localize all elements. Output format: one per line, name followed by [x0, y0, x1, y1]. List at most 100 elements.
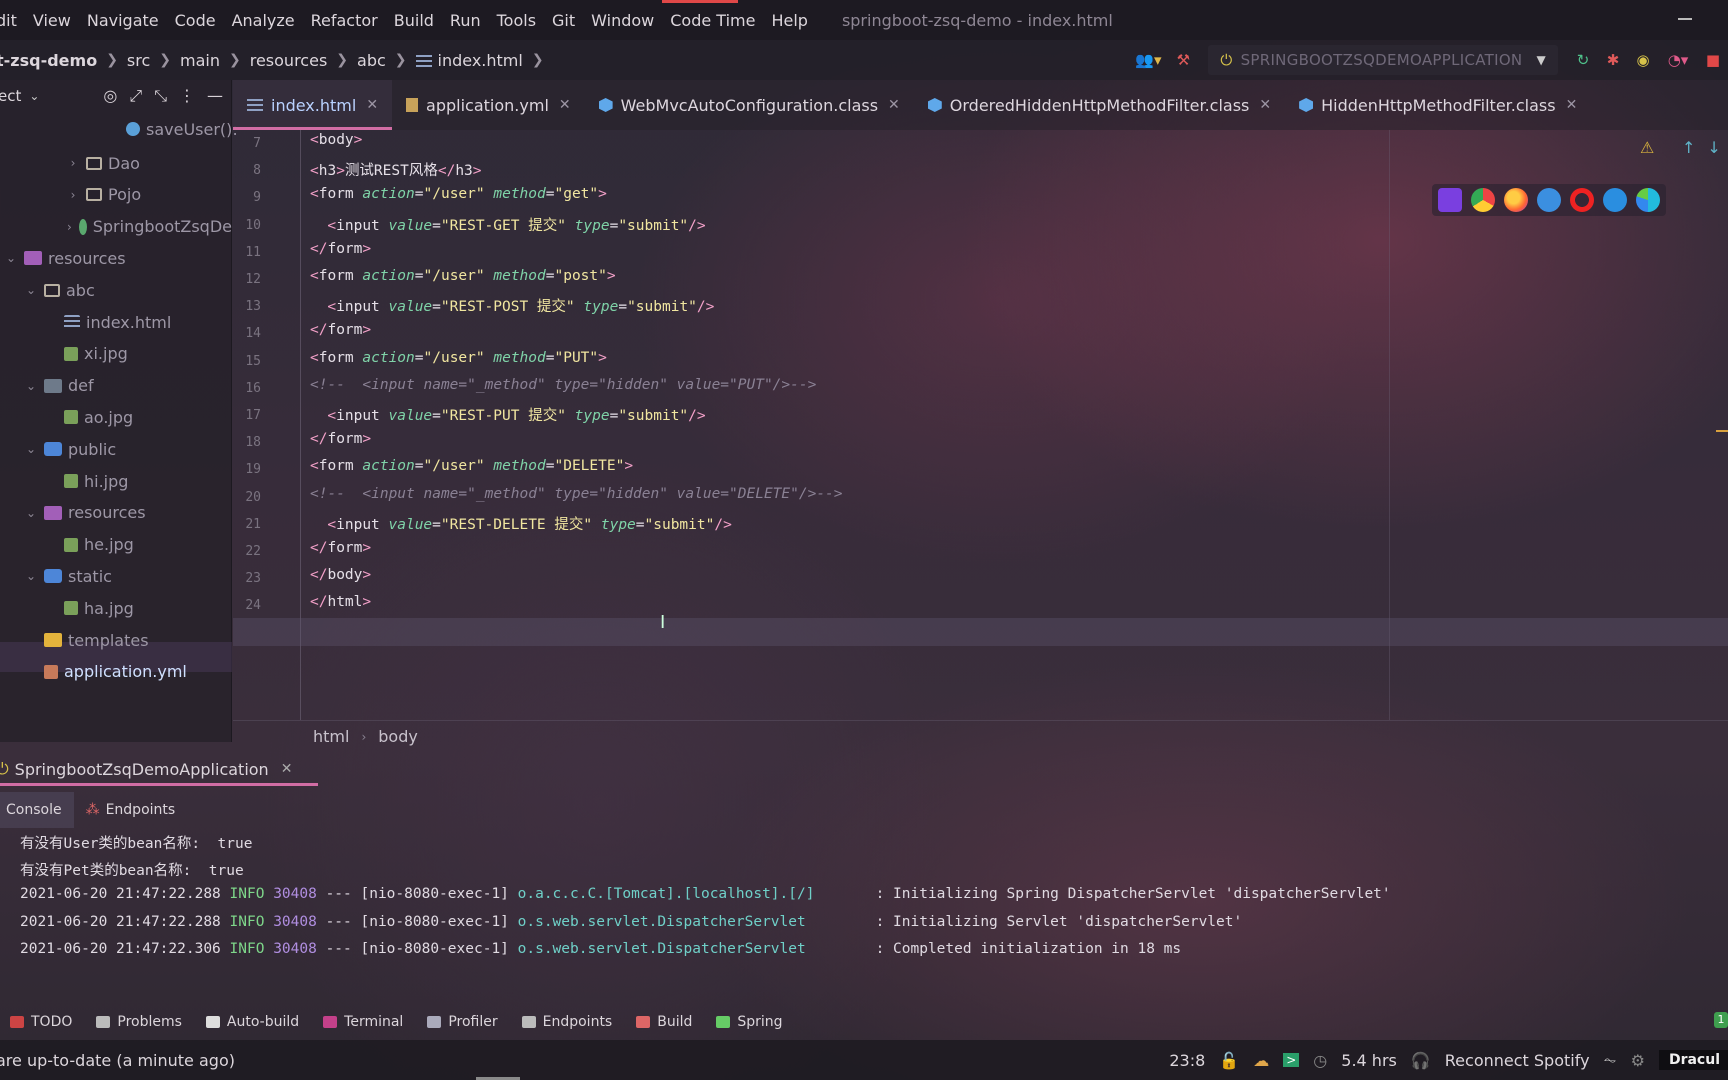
code-line[interactable]: </form> — [310, 241, 371, 257]
close-icon[interactable]: ✕ — [281, 761, 293, 777]
code-time-icon[interactable]: ☁ — [1253, 1051, 1269, 1070]
editor-tab[interactable]: OrderedHiddenHttpMethodFilter.class ✕ — [914, 80, 1285, 130]
chevron-down-icon[interactable]: ⌄ — [29, 89, 39, 103]
stop-icon[interactable]: ■ — [1701, 48, 1725, 72]
tree-item[interactable]: ha.jpg — [64, 593, 134, 623]
code-line[interactable]: <!-- <input name="_method" type="hidden"… — [310, 377, 816, 393]
debug-bug-icon[interactable]: ✱ — [1601, 48, 1625, 72]
code-line[interactable]: <input value="REST-GET 提交" type="submit"… — [327, 214, 705, 235]
code-line[interactable]: </form> — [310, 322, 371, 338]
chevron-down-icon[interactable]: ⌄ — [24, 379, 38, 393]
coverage-icon[interactable]: ◉ — [1631, 48, 1655, 72]
headphones-icon[interactable]: 🎧 — [1411, 1051, 1431, 1070]
firefox-icon[interactable] — [1504, 188, 1528, 212]
chevron-down-icon[interactable]: ⌄ — [24, 506, 38, 520]
code-line[interactable]: <input value="REST-PUT 提交" type="submit"… — [327, 404, 705, 425]
warning-icon[interactable]: ⚠ — [1640, 138, 1654, 157]
editor-breadcrumb-body[interactable]: body — [378, 727, 418, 746]
tree-item[interactable]: ⌄ abc — [24, 275, 95, 305]
code-line[interactable]: <input value="REST-DELETE 提交" type="subm… — [327, 513, 731, 534]
tool-window-profiler[interactable]: Profiler — [427, 1014, 498, 1030]
tool-window-terminal[interactable]: Terminal — [323, 1014, 403, 1030]
menu-item-build[interactable]: Build — [394, 11, 434, 30]
tool-window-problems[interactable]: Problems — [96, 1014, 182, 1030]
pulse-icon[interactable]: ⏦ — [1604, 1050, 1617, 1070]
menu-item-run[interactable]: Run — [450, 11, 481, 30]
editor-tab[interactable]: application.yml ✕ — [392, 80, 585, 130]
edge-icon[interactable] — [1636, 188, 1660, 212]
breadcrumb-item[interactable]: index.html — [415, 51, 523, 70]
chrome-icon[interactable] — [1471, 188, 1495, 212]
close-icon[interactable]: ✕ — [559, 97, 571, 113]
chevron-right-icon[interactable]: › — [66, 156, 80, 170]
profile-icon[interactable]: ◔▾ — [1661, 48, 1695, 72]
tree-item[interactable]: xi.jpg — [64, 339, 128, 369]
code-line[interactable]: <form action="/user" method="post"> — [310, 268, 616, 284]
code-line[interactable]: <form action="/user" method="DELETE"> — [310, 458, 633, 474]
tool-window-todo[interactable]: TODO — [10, 1014, 72, 1030]
code-time-hours[interactable]: 5.4 hrs — [1341, 1051, 1397, 1070]
hide-panel-icon[interactable]: — — [207, 86, 223, 106]
code-line[interactable]: <input value="REST-POST 提交" type="submit… — [327, 295, 714, 316]
more-options-icon[interactable]: ⋮ — [179, 86, 195, 106]
code-line[interactable]: </form> — [310, 431, 371, 447]
tree-item[interactable]: index.html — [64, 307, 171, 337]
tree-item[interactable]: ⌄ def — [24, 371, 94, 401]
tree-item[interactable]: templates — [44, 625, 149, 655]
editor-breadcrumb-html[interactable]: html — [313, 727, 349, 746]
scrollbar-warning-marker[interactable] — [1716, 430, 1728, 432]
editor-tab[interactable]: HiddenHttpMethodFilter.class ✕ — [1285, 80, 1591, 130]
event-log-icon[interactable]: ⚙ — [1631, 1051, 1645, 1070]
internet-explorer-icon[interactable] — [1603, 188, 1627, 212]
tree-item[interactable]: ⌄ public — [24, 434, 116, 464]
intellij-browser-icon[interactable] — [1438, 188, 1462, 212]
tool-window-auto-build[interactable]: Auto-build — [205, 1014, 299, 1030]
rerun-icon[interactable]: ↻ — [1571, 48, 1595, 72]
menu-item-window[interactable]: Window — [591, 11, 654, 30]
editor-tab[interactable]: WebMvcAutoConfiguration.class ✕ — [585, 80, 914, 130]
code-line[interactable]: <!-- <input name="_method" type="hidden"… — [310, 486, 843, 502]
status-message[interactable]: are up-to-date (a minute ago) — [0, 1051, 235, 1070]
menu-item-analyze[interactable]: Analyze — [232, 11, 295, 30]
collapse-all-icon[interactable]: ⤡ — [154, 86, 167, 106]
breadcrumb-item[interactable]: t-zsq-demo — [0, 51, 97, 70]
code-line[interactable]: </form> — [310, 540, 371, 556]
notification-count-badge[interactable]: 1 — [1714, 1012, 1728, 1028]
menu-item-navigate[interactable]: Navigate — [87, 11, 159, 30]
tree-item[interactable]: hi.jpg — [64, 466, 128, 496]
code-line[interactable]: </html> — [310, 594, 371, 610]
chevron-down-icon[interactable]: ⌄ — [24, 569, 38, 583]
menu-item-tools[interactable]: Tools — [497, 11, 536, 30]
menu-item-git[interactable]: Git — [552, 11, 575, 30]
tool-window-build[interactable]: Build — [636, 1014, 692, 1030]
breadcrumb-item[interactable]: resources — [250, 51, 328, 70]
run-tab[interactable]: ⏻ SpringbootZsqDemoApplication ✕ — [0, 752, 319, 786]
tab-console[interactable]: Console — [0, 792, 74, 828]
lock-icon[interactable]: 🔓 — [1219, 1051, 1239, 1070]
safari-icon[interactable] — [1537, 188, 1561, 212]
editor-tab[interactable]: index.html ✕ — [233, 80, 393, 130]
chevron-down-icon[interactable]: ⌄ — [4, 251, 18, 265]
tree-item[interactable]: › SpringbootZsqDe — [66, 212, 232, 242]
tree-item[interactable]: application.yml — [44, 657, 187, 687]
chevron-down-icon[interactable]: ⌄ — [24, 442, 38, 456]
tree-item[interactable]: › Dao — [66, 148, 140, 178]
tree-item[interactable]: › Pojo — [66, 180, 142, 210]
opera-icon[interactable] — [1570, 188, 1594, 212]
chevron-right-icon[interactable]: › — [66, 220, 73, 234]
chevron-down-icon[interactable]: ⌄ — [24, 283, 38, 297]
navigate-highlight-arrows-icon[interactable]: ↑↓ — [1682, 138, 1728, 157]
tool-window-endpoints[interactable]: Endpoints — [521, 1014, 612, 1030]
project-panel-title[interactable]: ect — [0, 87, 21, 105]
code-line[interactable]: <form action="/user" method="get"> — [310, 186, 607, 202]
menu-item-refactor[interactable]: Refactor — [311, 11, 378, 30]
hammer-build-icon[interactable]: ⚒ — [1171, 48, 1195, 72]
breadcrumb-item[interactable]: main — [180, 51, 220, 70]
close-icon[interactable]: ✕ — [888, 97, 900, 113]
terminal-status-icon[interactable]: > — [1283, 1053, 1300, 1067]
menu-item-code[interactable]: Code — [175, 11, 216, 30]
tree-item[interactable]: saveUser(): — [126, 114, 238, 144]
menu-item-dit[interactable]: dit — [0, 11, 17, 30]
menu-item-view[interactable]: View — [33, 11, 71, 30]
tree-item[interactable]: ao.jpg — [64, 402, 133, 432]
